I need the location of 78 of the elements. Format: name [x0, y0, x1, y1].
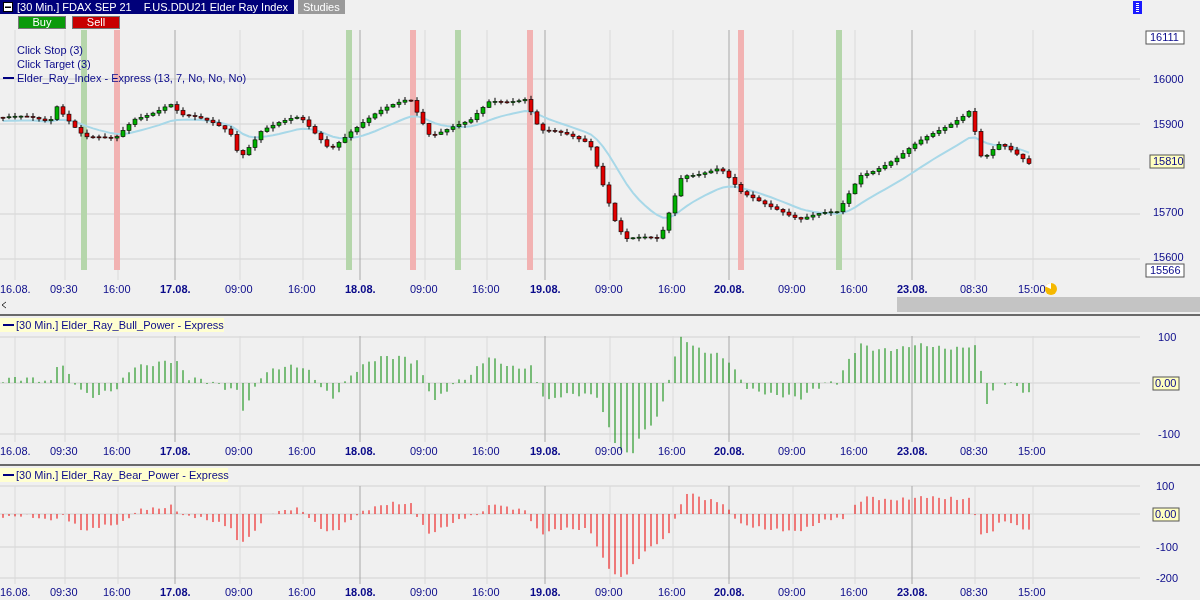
- time-label: 18.08.: [345, 283, 376, 295]
- price-label: 16000: [1153, 73, 1184, 85]
- order-button[interactable]: Sell: [72, 15, 120, 29]
- time-label: 17.08.: [160, 283, 191, 295]
- time-label: 08:30: [960, 283, 988, 295]
- time-label: 16:00: [288, 283, 316, 295]
- time-label: 15:00: [1018, 586, 1046, 598]
- time-label: 20.08.: [714, 586, 745, 598]
- time-label: 09:00: [595, 586, 623, 598]
- time-label: 16:00: [840, 586, 868, 598]
- time-label: 18.08.: [345, 445, 376, 457]
- legend-tag: [30 Min.] Elder_Ray_Bull_Power - Express: [0, 318, 224, 332]
- price-tag: 15810: [1149, 154, 1185, 169]
- time-label: 19.08.: [530, 586, 561, 598]
- value-label: 100: [1158, 331, 1177, 343]
- time-label: 16.08.: [0, 586, 31, 598]
- instrument-label: [30 Min.] FDAX SEP 21: [17, 1, 132, 13]
- time-label: 09:30: [50, 283, 78, 295]
- time-label: 16.08.: [0, 283, 31, 295]
- time-label: 09:00: [595, 445, 623, 457]
- legend-label: Click Target (3): [17, 58, 91, 70]
- price-label: 15600: [1153, 251, 1184, 263]
- value-label: -100: [1156, 541, 1179, 553]
- window-title: F.US.DDU21 Elder Ray Index: [143, 1, 289, 13]
- legend-label: Click Stop (3): [17, 44, 84, 56]
- time-label: 09:00: [225, 586, 253, 598]
- time-label: 18.08.: [345, 586, 376, 598]
- legend-tag: [30 Min.] Elder_Ray_Bear_Power - Express: [0, 468, 229, 482]
- legend-label: Elder_Ray_Index - Express (13, 7, No, No, No): [17, 72, 247, 84]
- time-label: 16:00: [658, 586, 686, 598]
- time-label: 16:00: [472, 586, 500, 598]
- time-label: 09:00: [778, 586, 806, 598]
- time-label: 16:00: [658, 283, 686, 295]
- time-label: 09:00: [410, 283, 438, 295]
- time-label: 16:00: [840, 445, 868, 457]
- time-label: 15:00: [1018, 283, 1046, 295]
- price-label: 15700: [1153, 206, 1184, 218]
- time-label: 09:30: [50, 586, 78, 598]
- time-label: 16:00: [103, 586, 131, 598]
- time-label: 15:00: [1018, 445, 1046, 457]
- price-label: 15900: [1153, 118, 1184, 130]
- studies-button[interactable]: Studies: [298, 0, 345, 14]
- value-label: -200: [1156, 572, 1179, 584]
- time-label: 16:00: [472, 445, 500, 457]
- time-label: 23.08.: [897, 445, 928, 457]
- time-label: 20.08.: [714, 283, 745, 295]
- time-label: 09:30: [50, 445, 78, 457]
- time-label: 16.08.: [0, 445, 31, 457]
- time-label: 09:00: [595, 283, 623, 295]
- time-label: 19.08.: [530, 283, 561, 295]
- time-label: 16:00: [103, 445, 131, 457]
- time-label: 16:00: [288, 445, 316, 457]
- time-label: 09:00: [410, 586, 438, 598]
- time-label: 08:30: [960, 445, 988, 457]
- time-label: 16:00: [103, 283, 131, 295]
- time-label: 23.08.: [897, 283, 928, 295]
- time-label: 23.08.: [897, 586, 928, 598]
- order-button[interactable]: Buy: [18, 15, 66, 29]
- time-label: 17.08.: [160, 586, 191, 598]
- value-tag: 0.00: [1152, 507, 1180, 522]
- price-tag: 16111: [1145, 30, 1185, 45]
- price-tag: 15566: [1145, 263, 1185, 278]
- time-label: 09:00: [225, 283, 253, 295]
- value-tag: 0.00: [1152, 376, 1180, 391]
- time-label: 09:00: [778, 283, 806, 295]
- time-label: 17.08.: [160, 445, 191, 457]
- time-label: 08:30: [960, 586, 988, 598]
- time-label: 09:00: [225, 445, 253, 457]
- value-label: -100: [1158, 428, 1181, 440]
- time-label: 16:00: [840, 283, 868, 295]
- value-label: 100: [1156, 480, 1175, 492]
- time-label: 09:00: [410, 445, 438, 457]
- time-label: 19.08.: [530, 445, 561, 457]
- time-label: 09:00: [778, 445, 806, 457]
- time-label: 20.08.: [714, 445, 745, 457]
- time-label: 16:00: [288, 586, 316, 598]
- time-label: 16:00: [658, 445, 686, 457]
- time-label: 16:00: [472, 283, 500, 295]
